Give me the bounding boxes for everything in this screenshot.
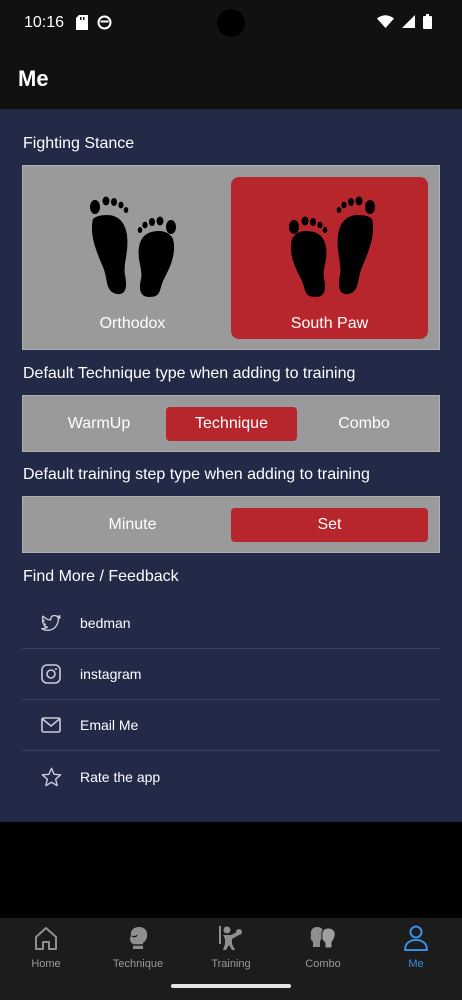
link-label: instagram bbox=[80, 666, 142, 682]
mail-icon bbox=[41, 717, 61, 733]
status-notification-icons bbox=[76, 15, 112, 30]
technique-type-heading: Default Technique type when adding to tr… bbox=[23, 365, 356, 382]
nav-item-technique[interactable]: Technique bbox=[92, 924, 184, 970]
boxing-glove-icon bbox=[129, 927, 148, 949]
feedback-heading: Find More / Feedback bbox=[23, 568, 179, 585]
nav-label-technique: Technique bbox=[112, 958, 164, 970]
twitter-icon bbox=[41, 614, 61, 631]
camera-cutout bbox=[217, 9, 245, 37]
technique-option-warmup[interactable]: WarmUp bbox=[34, 407, 164, 441]
status-bar: 10:16 bbox=[0, 0, 462, 48]
battery-icon bbox=[423, 14, 432, 29]
gesture-handle[interactable] bbox=[171, 984, 291, 988]
link-twitter[interactable]: bedman bbox=[22, 598, 440, 649]
boxing-gloves-pair-icon bbox=[310, 927, 336, 949]
nav-item-home[interactable]: Home bbox=[0, 924, 92, 970]
step-type-selector: Minute Set bbox=[22, 496, 440, 553]
sd-card-icon bbox=[76, 15, 88, 30]
person-icon bbox=[404, 925, 428, 951]
technique-option-combo[interactable]: Combo bbox=[299, 407, 429, 441]
stance-selector: Orthodox South Paw bbox=[22, 165, 440, 350]
feet-icon bbox=[89, 196, 176, 297]
app-bar: Me bbox=[0, 48, 462, 110]
technique-type-selector: WarmUp Technique Combo bbox=[22, 395, 440, 452]
stance-option-orthodox[interactable]: Orthodox bbox=[34, 177, 231, 339]
link-label: Email Me bbox=[80, 717, 139, 733]
nav-label-training: Training bbox=[211, 958, 251, 970]
wifi-icon bbox=[377, 15, 394, 28]
fighting-stance-heading: Fighting Stance bbox=[23, 135, 135, 152]
stance-option-south-paw[interactable]: South Paw bbox=[231, 177, 428, 339]
stance-label-orthodox: Orthodox bbox=[99, 315, 166, 332]
nav-item-combo[interactable]: Combo bbox=[277, 924, 369, 970]
signal-icon bbox=[402, 15, 415, 28]
status-time: 10:16 bbox=[24, 14, 65, 31]
link-label: bedman bbox=[80, 615, 131, 631]
nav-label-home: Home bbox=[31, 958, 61, 970]
home-icon bbox=[35, 927, 57, 950]
star-icon bbox=[41, 767, 61, 786]
stance-label-south-paw: South Paw bbox=[290, 315, 369, 332]
link-instagram[interactable]: instagram bbox=[22, 649, 440, 700]
step-option-minute[interactable]: Minute bbox=[34, 508, 231, 542]
nav-item-training[interactable]: Training bbox=[185, 924, 277, 970]
link-email[interactable]: Email Me bbox=[22, 700, 440, 751]
instagram-icon bbox=[41, 664, 61, 684]
technique-option-technique[interactable]: Technique bbox=[166, 407, 297, 441]
link-label: Rate the app bbox=[80, 768, 161, 785]
settings-content: Fighting Stance Orthodox South Paw Defau… bbox=[0, 110, 462, 822]
step-type-heading: Default training step type when adding t… bbox=[23, 466, 370, 483]
step-option-set[interactable]: Set bbox=[231, 508, 428, 542]
app-notification-icon bbox=[97, 15, 112, 30]
status-system-icons bbox=[377, 14, 432, 29]
boxer-training-icon bbox=[219, 926, 242, 950]
nav-label-me: Me bbox=[408, 958, 424, 970]
nav-item-me[interactable]: Me bbox=[370, 924, 462, 970]
link-rate-app[interactable]: Rate the app bbox=[22, 751, 440, 802]
nav-label-combo: Combo bbox=[305, 958, 341, 970]
feet-icon bbox=[288, 196, 375, 297]
page-title: Me bbox=[18, 66, 49, 91]
